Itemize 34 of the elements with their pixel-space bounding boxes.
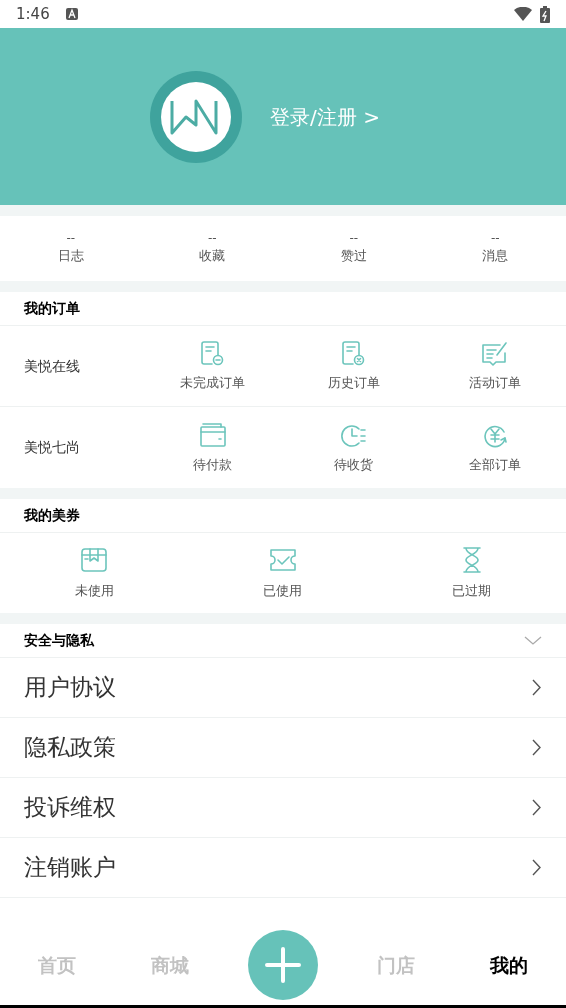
chevron-down-icon[interactable] bbox=[524, 635, 542, 646]
battery-icon bbox=[540, 5, 550, 23]
settings-row[interactable]: 用户协议 bbox=[0, 658, 566, 718]
order-group-label: 美悦七尚 bbox=[23, 438, 81, 457]
coupon-shortcut[interactable]: 未使用 bbox=[0, 545, 189, 601]
order-shortcut[interactable]: 全部订单 bbox=[424, 420, 566, 475]
stat-item[interactable]: -- 收藏 bbox=[141, 231, 283, 266]
order-shortcut[interactable]: 历史订单 bbox=[283, 339, 425, 393]
stat-item[interactable]: -- 赞过 bbox=[283, 231, 425, 266]
settings-row[interactable]: 隐私政策 bbox=[0, 718, 566, 778]
stat-item[interactable]: -- 消息 bbox=[424, 231, 566, 266]
status-time: 1:46 bbox=[16, 3, 50, 25]
stat-item[interactable]: -- 日志 bbox=[0, 231, 142, 266]
coupon-shortcut[interactable]: 已使用 bbox=[188, 545, 378, 601]
order-shortcut[interactable]: 活动订单 bbox=[424, 339, 566, 393]
tab[interactable]: 我的 bbox=[452, 950, 566, 980]
chevron-right-icon bbox=[532, 679, 542, 696]
chevron-right-icon bbox=[532, 739, 542, 756]
chevron-right-icon bbox=[532, 859, 542, 876]
order-shortcut[interactable]: 未完成订单 bbox=[142, 339, 284, 393]
wifi-icon bbox=[514, 7, 532, 21]
notification-icon bbox=[65, 8, 78, 20]
section-title: 安全与隐私 bbox=[24, 631, 94, 650]
section-title: 我的美券 bbox=[24, 506, 80, 525]
plus-icon bbox=[265, 947, 301, 983]
order-shortcut[interactable]: 待收货 bbox=[283, 420, 425, 475]
settings-row[interactable]: 注销账户 bbox=[0, 838, 566, 898]
coupon-shortcut[interactable]: 已过期 bbox=[377, 545, 566, 601]
order-shortcut[interactable]: 待付款 bbox=[142, 420, 284, 475]
chevron-right-icon bbox=[532, 799, 542, 816]
logo-avatar[interactable] bbox=[150, 70, 243, 163]
order-group-label: 美悦在线 bbox=[23, 356, 81, 376]
settings-row[interactable]: 投诉维权 bbox=[0, 778, 566, 838]
section-title: 我的订单 bbox=[24, 299, 80, 318]
